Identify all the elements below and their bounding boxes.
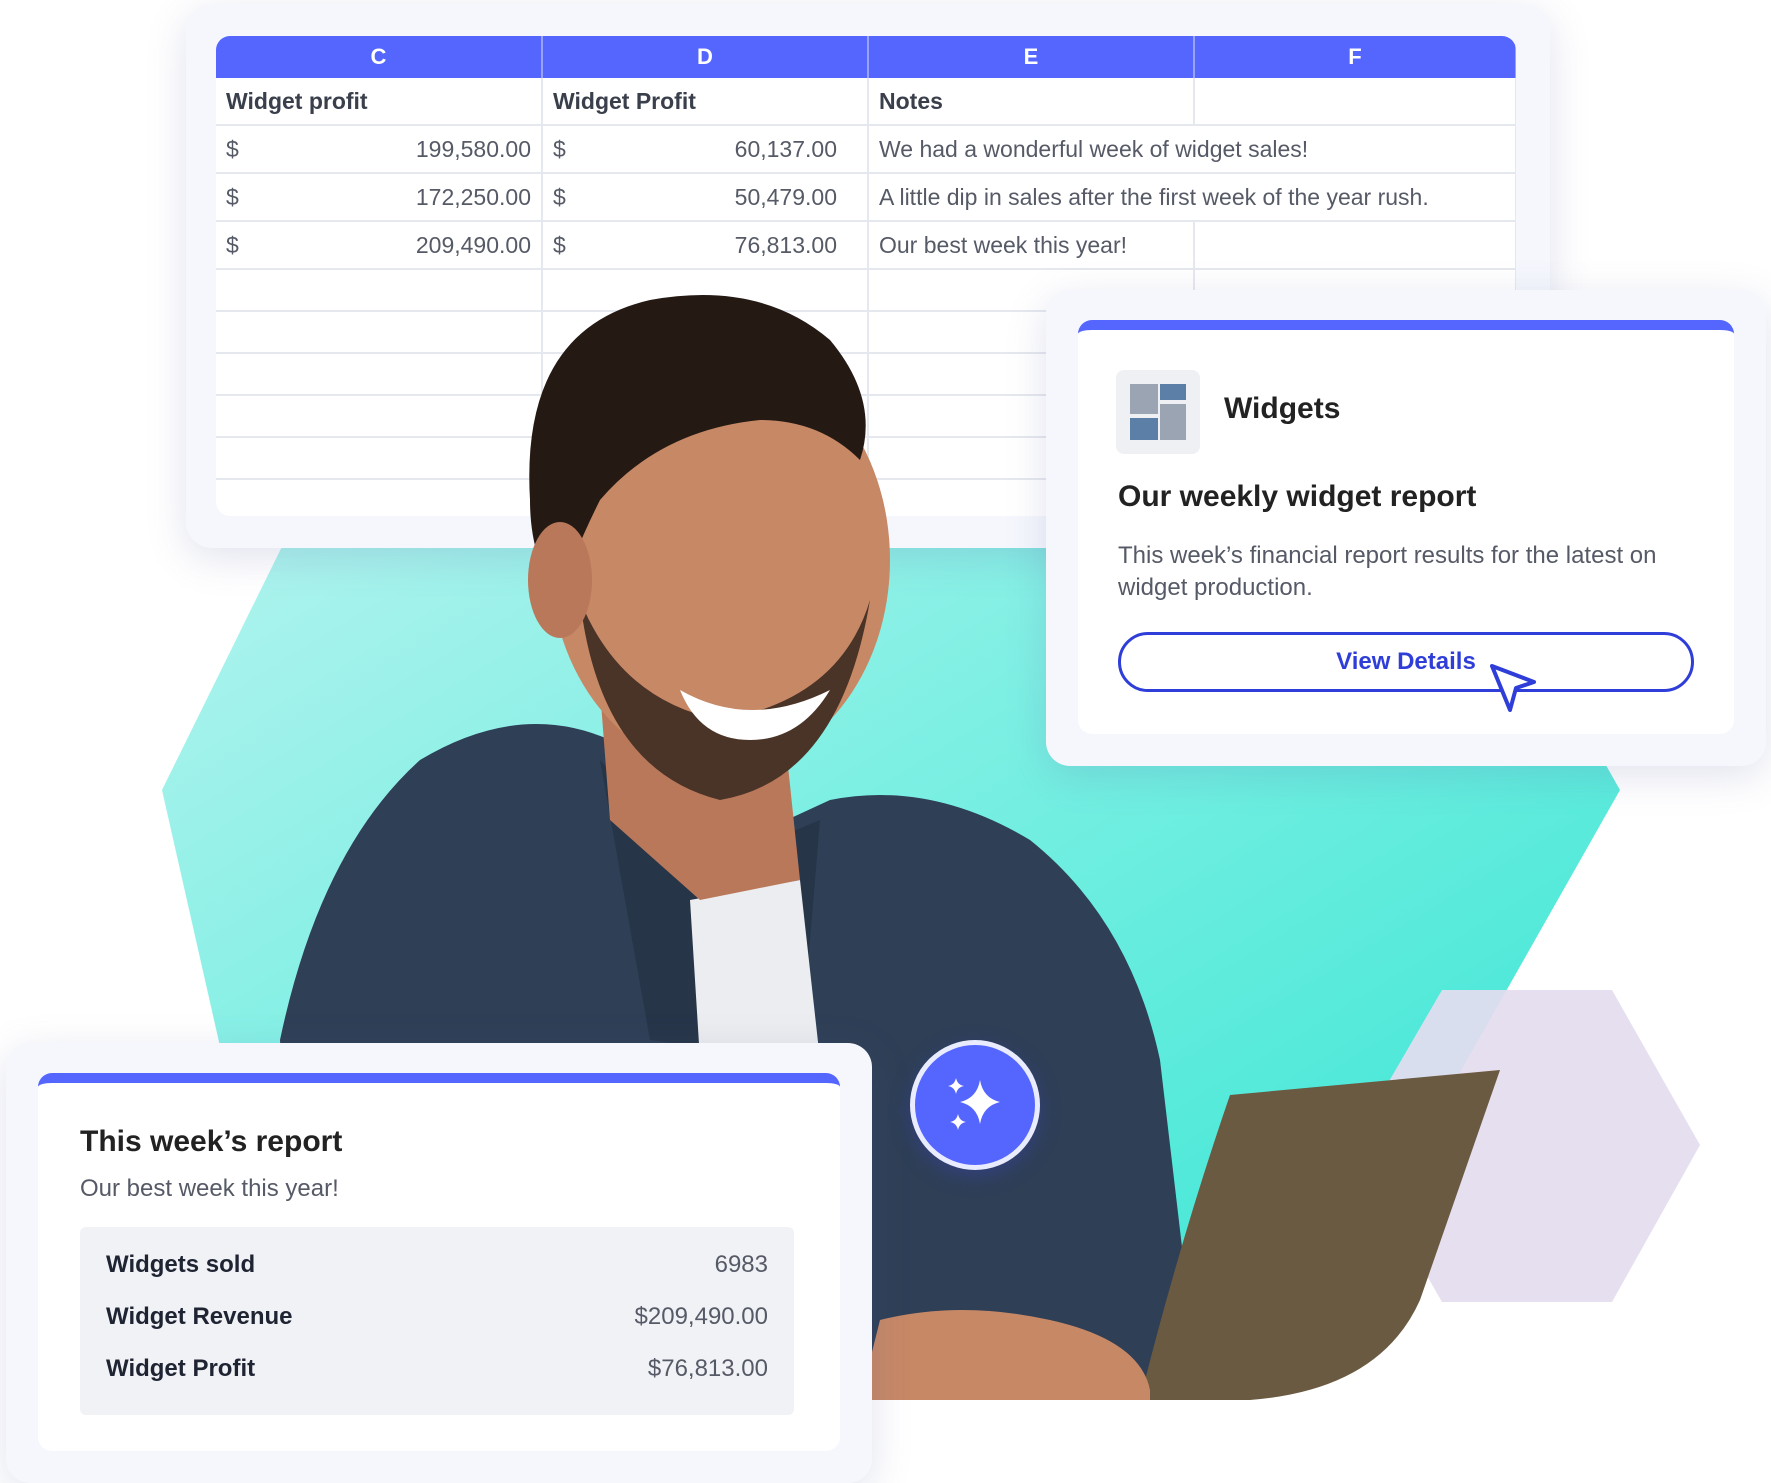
undershirt (690, 880, 820, 1060)
widget-name: Widgets (1224, 392, 1341, 425)
stat-row-widget-profit: Widget Profit $76,813.00 (106, 1355, 768, 1383)
widget-report-description: This week’s financial report results for… (1118, 542, 1657, 601)
stat-label: Widget Revenue (106, 1303, 293, 1330)
stat-label: Widget Profit (106, 1355, 256, 1382)
stat-label: Widgets sold (106, 1251, 256, 1278)
report-panel: This week’s report Our best week this ye… (38, 1073, 840, 1451)
report-card: This week’s report Our best week this ye… (6, 1043, 872, 1483)
sparkles-icon (948, 1078, 1000, 1130)
report-subtitle: Our best week this year! (80, 1175, 339, 1202)
widget-card: Widgets Our weekly widget report This we… (1046, 290, 1766, 766)
sparkles-badge[interactable] (910, 1040, 1040, 1170)
stat-value: $209,490.00 (634, 1303, 768, 1330)
view-details-button[interactable]: View Details (1118, 632, 1694, 692)
stat-value: $76,813.00 (647, 1355, 768, 1382)
report-stats: Widgets sold 6983 Widget Revenue $209,49… (80, 1227, 794, 1415)
dashboard-layout-icon (1116, 370, 1200, 454)
stat-value: 6983 (714, 1251, 768, 1278)
stat-row-widget-revenue: Widget Revenue $209,490.00 (106, 1303, 768, 1331)
widget-report-title: Our weekly widget report (1118, 480, 1477, 513)
report-title: This week’s report (80, 1125, 343, 1158)
ear (528, 522, 592, 638)
cursor-icon (1490, 664, 1536, 712)
stat-row-widgets-sold: Widgets sold 6983 (106, 1251, 768, 1279)
laptop (1140, 1070, 1500, 1400)
widget-panel: Widgets Our weekly widget report This we… (1078, 320, 1734, 734)
